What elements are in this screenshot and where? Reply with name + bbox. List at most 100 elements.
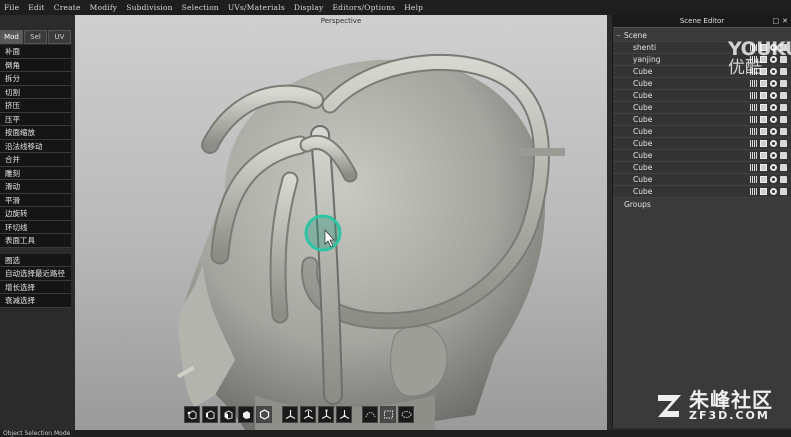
menu-display[interactable]: Display <box>294 3 324 12</box>
tool-bevel-button[interactable]: 倒角 <box>0 58 71 72</box>
visibility-eye-icon[interactable] <box>770 116 777 123</box>
wireframe-toggle-icon[interactable] <box>750 128 757 135</box>
tree-item-object[interactable]: Cube <box>613 126 791 138</box>
shading-toggle-icon[interactable] <box>760 128 767 135</box>
visibility-eye-icon[interactable] <box>770 92 777 99</box>
tool-extrude-button[interactable]: 挤压 <box>0 99 71 113</box>
wireframe-toggle-icon[interactable] <box>750 140 757 147</box>
menu-subdivision[interactable]: Subdivision <box>126 3 172 12</box>
shading-toggle-icon[interactable] <box>760 80 767 87</box>
visibility-eye-icon[interactable] <box>770 164 777 171</box>
tree-item-groups[interactable]: Groups <box>613 198 791 210</box>
tool-loop-cut-button[interactable]: 环切线 <box>0 220 71 234</box>
wireframe-toggle-icon[interactable] <box>750 116 757 123</box>
shading-toggle-icon[interactable] <box>760 152 767 159</box>
maximize-icon[interactable]: □ <box>773 17 780 25</box>
wireframe-toggle-icon[interactable] <box>750 164 757 171</box>
wireframe-toggle-icon[interactable] <box>750 152 757 159</box>
shading-toggle-icon[interactable] <box>760 176 767 183</box>
tool-merge-button[interactable]: 合并 <box>0 153 71 167</box>
tree-item-object[interactable]: Cube <box>613 78 791 90</box>
tool-panel: Mod Sel UV 补面 倒角 拆分 切割 挤压 压平 按面缩放 沿法线移动 … <box>0 30 72 330</box>
rotate-icon[interactable] <box>300 406 316 423</box>
tree-item-object[interactable]: Cube <box>613 90 791 102</box>
menu-uvs-materials[interactable]: UVs/Materials <box>228 3 285 12</box>
tool-sculpt-button[interactable]: 雕刻 <box>0 166 71 180</box>
perspective-viewport[interactable]: Perspective <box>75 15 607 430</box>
tool-slide-button[interactable]: 滑动 <box>0 180 71 194</box>
tree-item-object[interactable]: Cube <box>613 174 791 186</box>
tool-flatten-button[interactable]: 压平 <box>0 112 71 126</box>
visibility-eye-icon[interactable] <box>770 104 777 111</box>
tab-mod[interactable]: Mod <box>0 30 23 44</box>
tab-sel[interactable]: Sel <box>24 30 47 44</box>
close-icon[interactable]: ✕ <box>782 17 788 25</box>
tab-uv[interactable]: UV <box>48 30 71 44</box>
visibility-eye-icon[interactable] <box>770 152 777 159</box>
tool-auto-path-select-button[interactable]: 自动选择最近路径 <box>0 267 71 281</box>
wireframe-toggle-icon[interactable] <box>750 104 757 111</box>
lock-icon[interactable] <box>780 152 787 159</box>
menu-selection[interactable]: Selection <box>182 3 219 12</box>
falloff-curve-icon[interactable] <box>362 406 378 423</box>
tool-cut-button[interactable]: 切割 <box>0 85 71 99</box>
menu-edit[interactable]: Edit <box>28 3 45 12</box>
menu-help[interactable]: Help <box>404 3 423 12</box>
soft-select-icon[interactable] <box>398 406 414 423</box>
lock-icon[interactable] <box>780 116 787 123</box>
visibility-eye-icon[interactable] <box>770 188 777 195</box>
wire-mesh-icon[interactable] <box>380 406 396 423</box>
lock-icon[interactable] <box>780 176 787 183</box>
tree-item-object[interactable]: Cube <box>613 162 791 174</box>
tool-scale-faces-button[interactable]: 按面缩放 <box>0 126 71 140</box>
tool-edge-rotate-button[interactable]: 边旋转 <box>0 207 71 221</box>
lock-icon[interactable] <box>780 164 787 171</box>
wireframe-toggle-icon[interactable] <box>750 92 757 99</box>
visibility-eye-icon[interactable] <box>770 140 777 147</box>
hexagon-object-icon[interactable] <box>256 406 272 423</box>
menu-editors-options[interactable]: Editors/Options <box>332 3 395 12</box>
tool-fill-face-button[interactable]: 补面 <box>0 45 71 59</box>
tree-item-object[interactable]: Cube <box>613 114 791 126</box>
tool-surface-tools-button[interactable]: 表面工具 <box>0 234 71 248</box>
cube-object-icon[interactable] <box>238 406 254 423</box>
shading-toggle-icon[interactable] <box>760 116 767 123</box>
transform-icon[interactable] <box>336 406 352 423</box>
tree-item-object[interactable]: Cube <box>613 102 791 114</box>
wireframe-toggle-icon[interactable] <box>750 188 757 195</box>
shading-toggle-icon[interactable] <box>760 164 767 171</box>
lock-icon[interactable] <box>780 104 787 111</box>
lock-icon[interactable] <box>780 92 787 99</box>
tree-item-object[interactable]: Cube <box>613 186 791 198</box>
move-icon[interactable] <box>282 406 298 423</box>
scale-icon[interactable] <box>318 406 334 423</box>
cube-edge-icon[interactable] <box>202 406 218 423</box>
visibility-eye-icon[interactable] <box>770 128 777 135</box>
cube-face-icon[interactable] <box>220 406 236 423</box>
menu-file[interactable]: File <box>4 3 19 12</box>
tool-move-along-normal-button[interactable]: 沿法线移动 <box>0 139 71 153</box>
shading-toggle-icon[interactable] <box>760 92 767 99</box>
wireframe-toggle-icon[interactable] <box>750 176 757 183</box>
wireframe-toggle-icon[interactable] <box>750 80 757 87</box>
tool-split-button[interactable]: 拆分 <box>0 72 71 86</box>
visibility-eye-icon[interactable] <box>770 80 777 87</box>
lock-icon[interactable] <box>780 128 787 135</box>
tool-smooth-button[interactable]: 平滑 <box>0 193 71 207</box>
lock-icon[interactable] <box>780 140 787 147</box>
tree-item-object[interactable]: Cube <box>613 138 791 150</box>
shading-toggle-icon[interactable] <box>760 140 767 147</box>
shading-toggle-icon[interactable] <box>760 104 767 111</box>
shading-toggle-icon[interactable] <box>760 188 767 195</box>
lock-icon[interactable] <box>780 188 787 195</box>
tool-lasso-select-button[interactable]: 圈选 <box>0 253 71 267</box>
tool-shrink-selection-button[interactable]: 衰减选择 <box>0 294 71 308</box>
lock-icon[interactable] <box>780 80 787 87</box>
visibility-eye-icon[interactable] <box>770 176 777 183</box>
tree-item-object[interactable]: Cube <box>613 150 791 162</box>
tool-grow-selection-button[interactable]: 增长选择 <box>0 280 71 294</box>
menu-modify[interactable]: Modify <box>90 3 118 12</box>
cube-vertex-icon[interactable] <box>184 406 200 423</box>
collapse-icon[interactable]: − <box>616 32 624 39</box>
menu-create[interactable]: Create <box>54 3 81 12</box>
